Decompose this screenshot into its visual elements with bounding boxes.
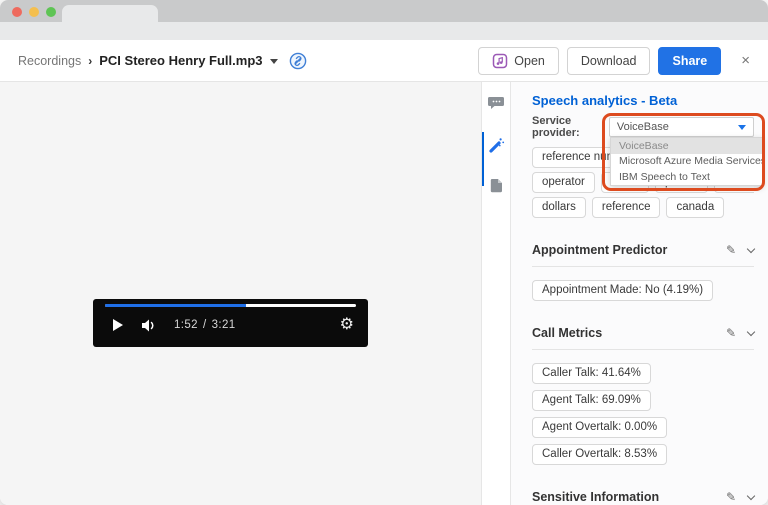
window-controls [12,7,56,17]
details-document-icon[interactable] [490,178,503,193]
menu-option-azure[interactable]: Microsoft Azure Media Services [611,154,762,170]
collapse-chevron-icon[interactable] [746,491,756,500]
metric-chip[interactable]: Agent Overtalk: 0.00% [532,417,668,438]
topic-chip[interactable]: reference [591,197,661,218]
player-settings-icon[interactable]: ⚙ [340,317,354,333]
breadcrumb: Recordings › PCI Stereo Henry Full.mp3 [18,52,307,70]
edit-pencil-icon[interactable]: ✎ [726,244,736,256]
service-provider-menu: VoiceBase Microsoft Azure Media Services… [610,137,763,186]
sidebar-icon-strip [481,82,511,505]
download-button-label: Download [580,53,637,68]
appointment-predictor-section: Appointment Predictor ✎ Appointment Made… [532,243,756,301]
section-header: Appointment Predictor ✎ [532,243,756,267]
service-provider-select[interactable]: VoiceBase [608,117,754,137]
audio-player: 1:52 / 3:21 ⚙ [93,299,368,347]
breadcrumb-root[interactable]: Recordings [18,54,81,68]
select-caret-icon [738,124,746,130]
maximize-window-button[interactable] [46,7,56,17]
edit-pencil-icon[interactable]: ✎ [726,491,736,503]
sensitive-information-section: Sensitive Information ✎ PCI SSN [532,490,756,505]
topic-chip[interactable]: dollars [532,197,586,218]
minimize-window-button[interactable] [29,7,39,17]
browser-window: Recordings › PCI Stereo Henry Full.mp3 O… [0,0,768,505]
breadcrumb-filename: PCI Stereo Henry Full.mp3 [99,53,263,68]
share-button[interactable]: Share [658,46,722,75]
topics-row-3: dollars reference canada [532,197,754,218]
header-actions: Open Download Share × [478,46,754,75]
close-preview-icon[interactable]: × [737,50,754,71]
collapse-chevron-icon[interactable] [746,327,756,336]
player-controls: 1:52 / 3:21 ⚙ [105,307,356,343]
section-title: Call Metrics [532,326,603,340]
current-time: 1:52 [174,319,198,331]
appointment-chip[interactable]: Appointment Made: No (4.19%) [532,280,714,301]
open-button[interactable]: Open [478,46,559,75]
browser-titlebar [0,0,768,22]
filename-caret-icon[interactable] [269,59,278,64]
time-display: 1:52 / 3:21 [174,319,236,331]
metric-chip[interactable]: Caller Overtalk: 8.53% [532,444,668,465]
metric-chip[interactable]: Caller Talk: 41.64% [532,363,651,384]
menu-option-voicebase[interactable]: VoiceBase [611,138,762,154]
time-separator: / [202,319,207,331]
open-button-label: Open [514,53,545,68]
topic-chip[interactable]: canada [666,197,725,218]
service-provider-value: VoiceBase [616,121,669,133]
call-metrics-section: Call Metrics ✎ Caller Talk: 41.64% Agent… [532,326,756,465]
download-button[interactable]: Download [566,46,651,75]
browser-toolbar [0,22,768,40]
active-tab-indicator [482,132,484,186]
skills-magic-wand-icon[interactable] [488,136,505,153]
metric-chip[interactable]: Agent Talk: 69.09% [532,390,651,411]
duration: 3:21 [211,319,236,331]
shared-link-icon[interactable] [289,52,307,70]
speech-analytics-panel: Speech analytics - Beta Service provider… [511,82,768,505]
app-body: 1:52 / 3:21 ⚙ Speech analytics - Beta Se… [0,82,768,505]
audio-file-icon [492,53,508,69]
service-provider-row: Service provider: VoiceBase VoiceBase Mi… [532,113,765,191]
browser-tab[interactable] [62,5,158,22]
panel-title: Speech analytics - Beta [532,93,678,108]
breadcrumb-separator-icon: › [88,53,93,68]
menu-option-ibm[interactable]: IBM Speech to Text [611,169,762,185]
section-header: Sensitive Information ✎ [532,490,756,505]
topic-chip[interactable]: operator [532,172,595,193]
app-header: Recordings › PCI Stereo Henry Full.mp3 O… [0,40,768,82]
collapse-chevron-icon[interactable] [746,244,756,253]
volume-icon[interactable] [141,318,158,333]
section-title: Sensitive Information [532,490,660,504]
play-button[interactable] [113,319,123,331]
section-header: Call Metrics ✎ [532,326,756,350]
edit-pencil-icon[interactable]: ✎ [726,327,736,339]
close-window-button[interactable] [12,7,22,17]
service-provider-label: Service provider: [532,115,580,139]
media-preview-area: 1:52 / 3:21 ⚙ [0,82,481,505]
share-button-label: Share [672,53,708,68]
comments-tab-icon[interactable] [487,95,505,111]
section-title: Appointment Predictor [532,243,668,257]
